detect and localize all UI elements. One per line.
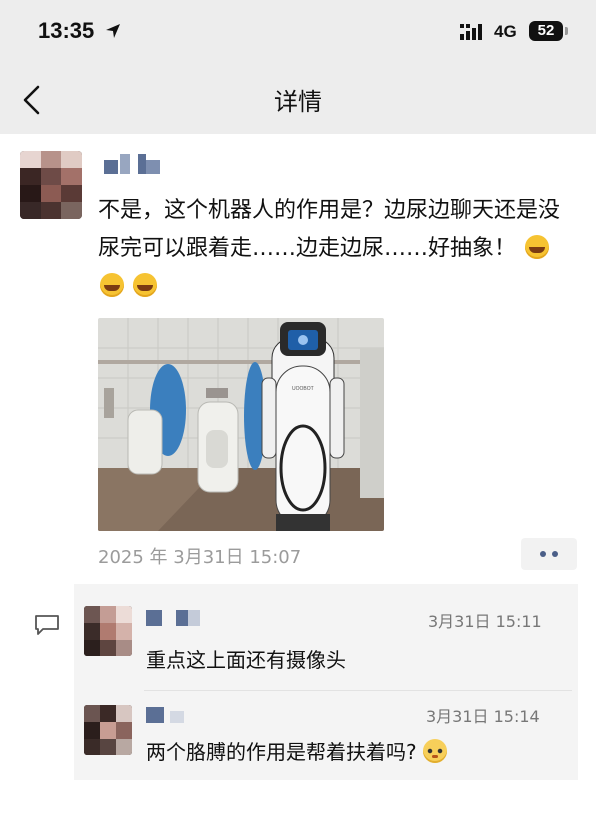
comment-bubble-icon bbox=[35, 615, 59, 635]
tears-of-joy-emoji-icon bbox=[100, 273, 124, 297]
robot-logo-text: UOOBOT bbox=[292, 386, 314, 392]
comment-text: 重点这上面还有摄像头 bbox=[146, 648, 346, 672]
flushed-face-emoji-icon bbox=[422, 739, 447, 763]
poster-name-redacted[interactable] bbox=[104, 154, 160, 178]
nav-bar: 详情 bbox=[0, 64, 596, 134]
comment-text-row: 两个胳膊的作用是帮着扶着吗? bbox=[146, 736, 447, 765]
post-text: 不是，这个机器人的作用是？边尿边聊天还是没尿完可以跟着走……边走边尿……好抽象！ bbox=[98, 192, 578, 306]
restroom-robot-image: UOOBOT bbox=[98, 318, 384, 531]
poster-avatar[interactable] bbox=[20, 151, 82, 219]
status-bar: 13:35 4G 52 bbox=[0, 0, 596, 64]
battery-icon: 52 bbox=[529, 21, 563, 41]
page-title: 详情 bbox=[274, 88, 322, 116]
post-photo[interactable]: UOOBOT bbox=[98, 318, 384, 531]
signal-icon bbox=[460, 24, 482, 40]
location-arrow-icon bbox=[106, 24, 120, 38]
comment-divider bbox=[144, 690, 572, 691]
tears-of-joy-emoji-icon bbox=[133, 273, 157, 297]
comment-avatar[interactable] bbox=[84, 606, 132, 656]
tears-of-joy-emoji-icon bbox=[525, 235, 550, 259]
network-type: 4G bbox=[494, 22, 517, 41]
battery-tip bbox=[565, 27, 568, 35]
comment-timestamp: 3月31日 15:14 bbox=[426, 707, 540, 726]
comment-text: 两个胳膊的作用是帮着扶着吗? bbox=[146, 740, 417, 764]
status-time: 13:35 bbox=[38, 18, 95, 43]
comment-avatar[interactable] bbox=[84, 705, 132, 755]
comment-author-redacted[interactable] bbox=[146, 705, 194, 725]
more-dot-icon bbox=[552, 551, 558, 557]
comment-timestamp: 3月31日 15:11 bbox=[428, 612, 542, 631]
more-dot-icon bbox=[540, 551, 546, 557]
comment-author-redacted[interactable] bbox=[146, 608, 206, 628]
post-timestamp: 2025 年 3月31日 15:07 bbox=[98, 547, 302, 568]
post-text-body: 不是，这个机器人的作用是？边尿边聊天还是没尿完可以跟着走……边走边尿……好抽象！ bbox=[98, 198, 561, 261]
more-options-button[interactable] bbox=[521, 538, 577, 570]
